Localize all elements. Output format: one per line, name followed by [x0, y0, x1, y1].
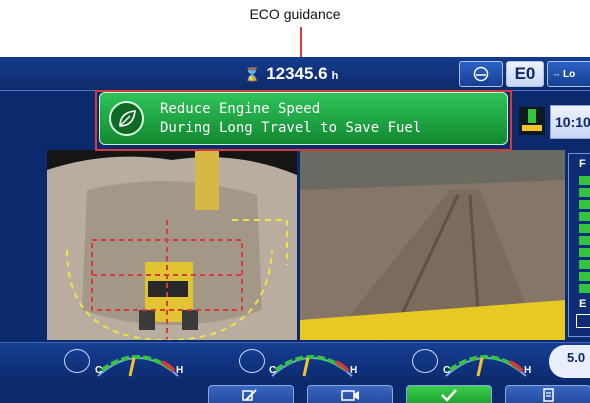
- menu-button[interactable]: [505, 385, 590, 403]
- fuel-segment: [579, 212, 590, 221]
- fuel-segment: [579, 284, 590, 293]
- hydraulic-oil-temp-icon: [239, 349, 265, 373]
- hourmeter-value: 12345.6: [266, 64, 328, 83]
- travel-speed-label: Lo: [563, 68, 576, 80]
- fuel-segment: [579, 200, 590, 209]
- coolant-temp-gauge: [97, 355, 179, 377]
- soft-key-bar: [0, 383, 590, 403]
- eco-gauge-button[interactable]: [459, 61, 503, 87]
- camera-swap-icon: [242, 389, 257, 401]
- oil-hot-label: H: [524, 365, 532, 376]
- travel-speed-button[interactable]: ⇔ Lo: [547, 61, 590, 87]
- fuel-empty-label: E: [579, 298, 587, 310]
- hourglass-icon: ⌛: [244, 67, 261, 82]
- fuel-consumption-value: 5.0: [567, 350, 586, 365]
- fuel-level-gauge: F E: [568, 153, 590, 337]
- fuel-pump-icon: [576, 314, 590, 328]
- camera-switch-button[interactable]: [208, 385, 294, 403]
- eco-guidance-label: ECO guidance: [249, 6, 341, 22]
- power-train-oil-temp-gauge: [445, 355, 527, 377]
- top-status-bar: ⌛ 12345.6 h E0 ⇔ Lo: [0, 57, 590, 91]
- figure-root: ECO guidance ⌛ 12345.6 h E0 ⇔ Lo Reduce …: [0, 0, 590, 403]
- rear-view-camera: [47, 150, 297, 340]
- side-view-camera: [300, 150, 565, 340]
- camera-view-button[interactable]: [307, 385, 393, 403]
- fuel-segment: [579, 260, 590, 269]
- travel-icon: ⇔: [552, 69, 561, 79]
- fuel-segment: [579, 248, 590, 257]
- fuel-segment: [579, 188, 590, 197]
- coolant-hot-label: H: [176, 365, 184, 376]
- clock-display: 10:10: [550, 105, 590, 139]
- fuel-full-label: F: [579, 158, 586, 170]
- power-train-oil-temp-icon: [412, 349, 438, 373]
- hydraulic-cold-label: C: [269, 365, 277, 376]
- hydraulic-hot-label: H: [350, 365, 358, 376]
- fuel-segment: [579, 224, 590, 233]
- hourmeter-unit: h: [331, 70, 339, 82]
- confirm-button[interactable]: [406, 385, 492, 403]
- check-icon: [441, 389, 457, 402]
- fuel-segment: [579, 272, 590, 281]
- hydraulic-oil-temp-gauge: [271, 355, 353, 377]
- coolant-temp-icon: [64, 349, 90, 373]
- coolant-cold-label: C: [95, 365, 103, 376]
- hourmeter: ⌛ 12345.6 h: [244, 64, 338, 84]
- fuel-segment: [579, 236, 590, 245]
- menu-list-icon: [543, 388, 554, 402]
- work-mode-button[interactable]: E0: [506, 61, 544, 87]
- oil-cold-label: C: [443, 365, 451, 376]
- camera-icon: [341, 390, 359, 401]
- eco-gauge-icon: [473, 66, 489, 82]
- gauge-bar: C H C H C H: [0, 342, 590, 382]
- fuel-consumption-icon: [519, 107, 545, 135]
- fuel-segment: [579, 176, 590, 185]
- eco-guidance-highlight-box: [95, 90, 512, 151]
- fuel-consumption-readout: 5.0: [549, 345, 590, 378]
